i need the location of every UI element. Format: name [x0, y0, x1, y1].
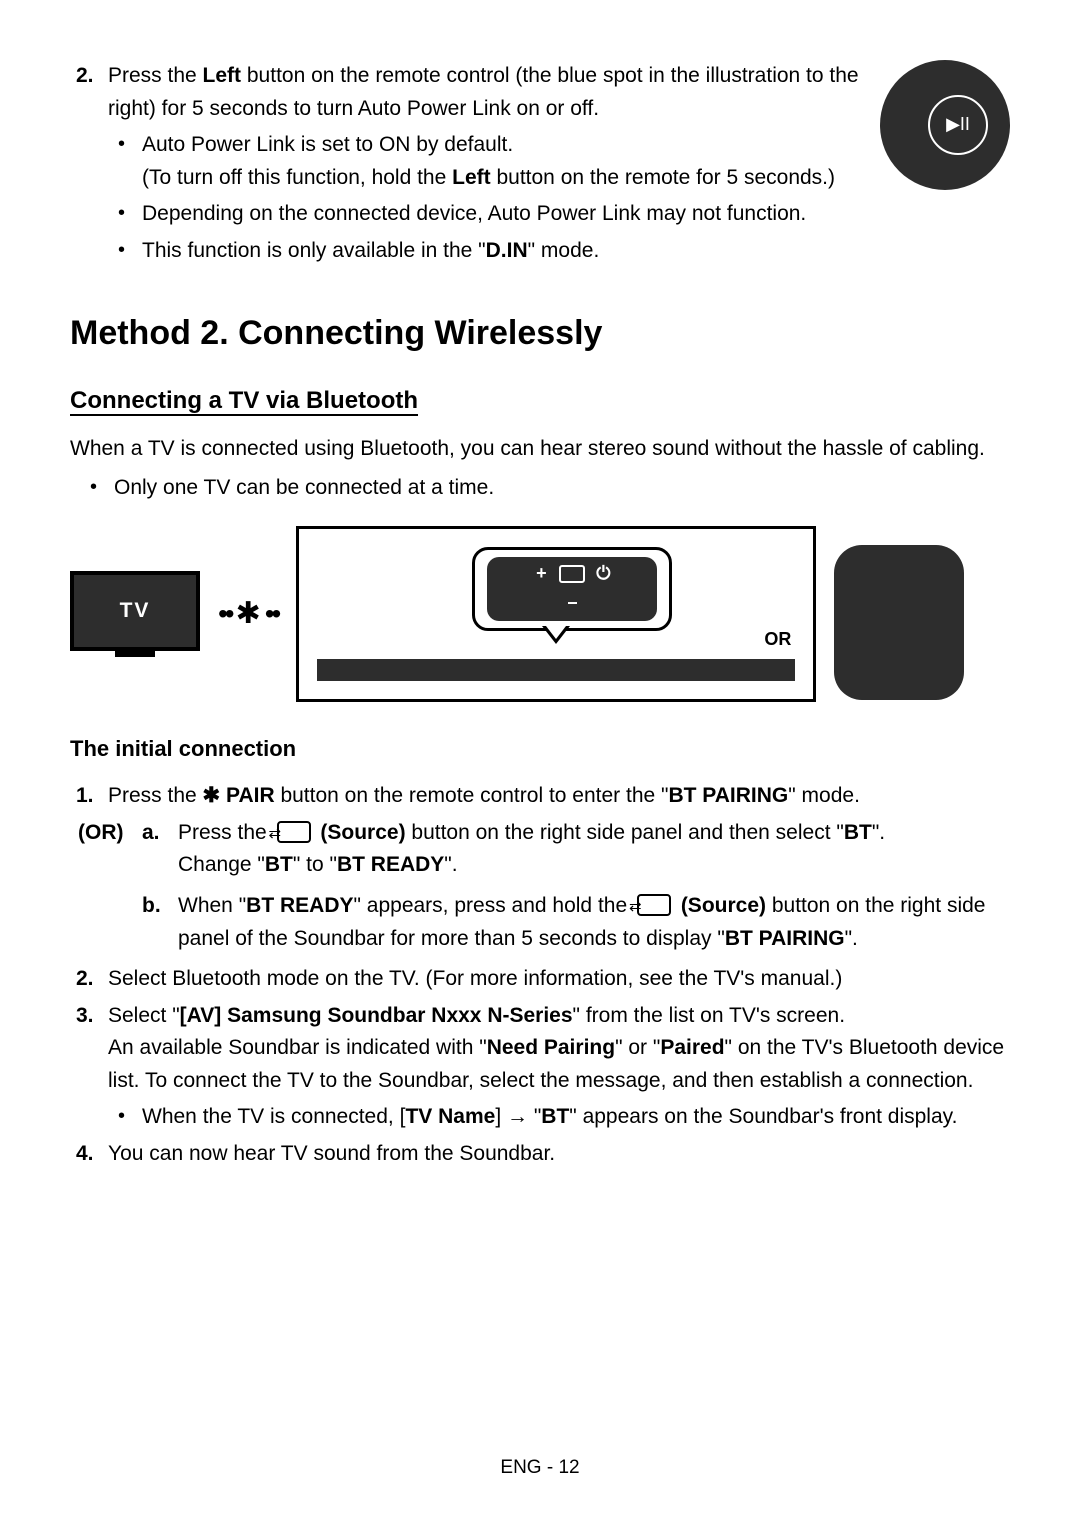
- source-icon: [637, 894, 671, 916]
- source-icon: [277, 821, 311, 843]
- connection-diagram: TV ••✱•• +⏻ − OR: [70, 526, 1010, 702]
- power-icon: ⏻: [595, 560, 611, 588]
- or-label: OR: [764, 626, 791, 654]
- step2-text: Press the Left button on the remote cont…: [108, 64, 859, 120]
- tv-icon: TV: [70, 571, 200, 651]
- or-step-a: (OR) a. Press the (Source) button on the…: [70, 817, 1010, 882]
- step-2: 2. Select Bluetooth mode on the TV. (For…: [100, 963, 1010, 996]
- step-1: 1. Press the ✱ PAIR button on the remote…: [100, 780, 1010, 813]
- source-icon: [559, 565, 585, 583]
- intro-text: When a TV is connected using Bluetooth, …: [70, 433, 1010, 466]
- section-subtitle: Connecting a TV via Bluetooth: [70, 382, 1010, 419]
- remote-icon: [834, 545, 964, 700]
- or-step-b: b. When "BT READY" appears, press and ho…: [70, 890, 1010, 955]
- bullet-din: This function is only available in the "…: [138, 235, 860, 268]
- bluetooth-dots: ••✱••: [218, 591, 278, 638]
- intro-bullet: Only one TV can be connected at a time.: [110, 472, 1010, 505]
- page-footer: ENG - 12: [0, 1453, 1080, 1482]
- bluetooth-icon: ✱: [236, 597, 261, 630]
- step-4: 4. You can now hear TV sound from the So…: [100, 1138, 1010, 1171]
- step-3-bullet: When the TV is connected, [TV Name] → "B…: [138, 1101, 1010, 1134]
- step-3: 3. Select "[AV] Samsung Soundbar Nxxx N-…: [100, 1000, 1010, 1134]
- soundbar-diagram: +⏻ − OR: [296, 526, 816, 702]
- bluetooth-icon: ✱: [203, 784, 221, 807]
- section-title: Method 2. Connecting Wirelessly: [70, 307, 1010, 360]
- step-number: 2.: [76, 60, 94, 93]
- bullet-depending: Depending on the connected device, Auto …: [138, 198, 860, 231]
- initial-connection-heading: The initial connection: [70, 732, 1010, 766]
- bullet-auto-power: Auto Power Link is set to ON by default.…: [138, 129, 860, 194]
